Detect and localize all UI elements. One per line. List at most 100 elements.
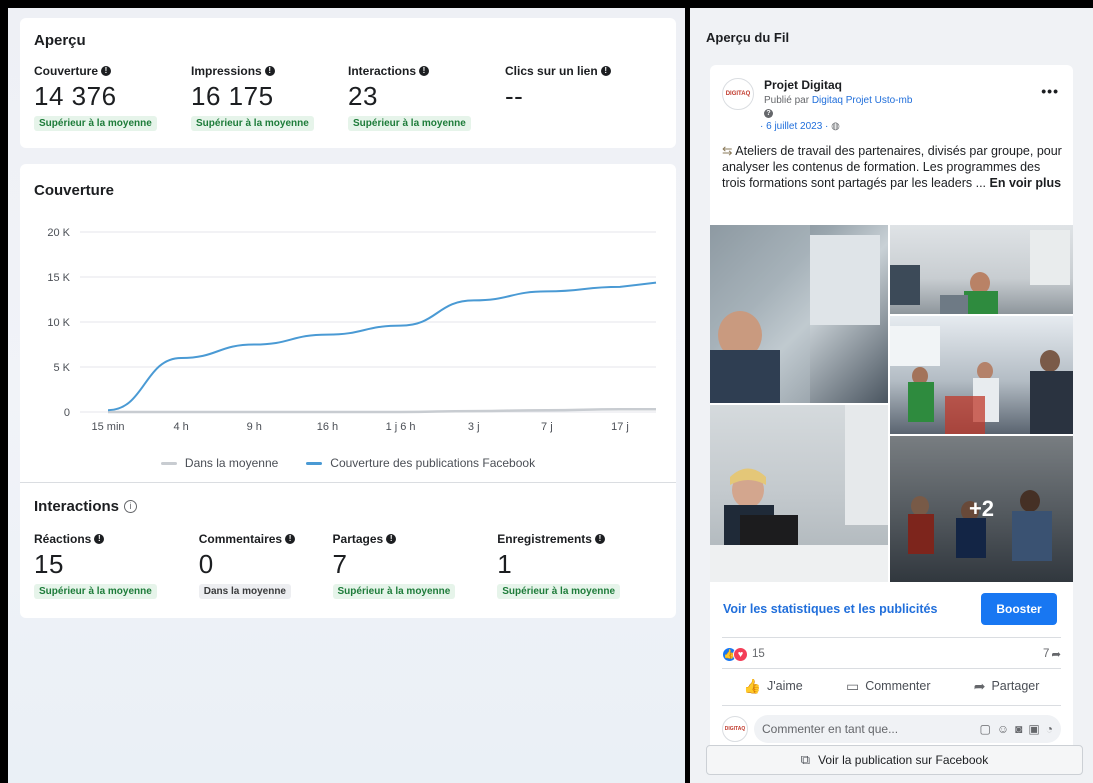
metric-interactions: Interactions! 23 Supérieur à la moyenne: [348, 64, 505, 131]
metric-reactions: Réactions! 15 Supérieur à la moyenne: [34, 532, 199, 599]
y-tick-label: 20 K: [47, 227, 70, 239]
x-tick-label: 9 h: [247, 421, 262, 433]
status-badge: Dans la moyenne: [198, 584, 291, 599]
status-badge: Supérieur à la moyenne: [497, 584, 621, 599]
view-on-facebook-button[interactable]: ⧉ Voir la publication sur Facebook: [706, 745, 1083, 775]
x-tick-label: 1 j 6 h: [386, 421, 416, 433]
comment-button[interactable]: ▭ Commenter: [846, 678, 931, 695]
divider: [20, 482, 676, 483]
metric-coverage: Couverture! 14 376 Supérieur à la moyenn…: [34, 64, 191, 131]
info-icon[interactable]: !: [386, 534, 397, 544]
series-line-coverage[interactable]: [107, 281, 657, 412]
comment-composer: DIGITAQ Commenter en tant que... ▢ ☺ ◙ ▣…: [722, 713, 1061, 745]
legend-label: Couverture des publications Facebook: [330, 456, 536, 470]
photo-illustration: [710, 405, 888, 582]
post-card: DIGITAQ Projet Digitaq Publié par Digita…: [710, 65, 1073, 775]
interactions-title: Interactions i: [34, 498, 138, 515]
x-tick-label: 4 h: [173, 421, 188, 433]
page-avatar[interactable]: DIGITAQ: [722, 78, 754, 110]
love-reaction-icon: ♥: [733, 646, 748, 662]
share-button[interactable]: ➦ Partager: [974, 678, 1040, 695]
photo[interactable]: [890, 316, 1073, 434]
thumbs-up-icon: 👍: [743, 677, 762, 694]
metric-value: 0: [198, 549, 214, 579]
metric-value: 1: [497, 549, 513, 579]
sticker-icon[interactable]: ▢: [980, 722, 991, 736]
legend-item-coverage[interactable]: Couverture des publications Facebook: [306, 456, 535, 470]
photo-illustration: [890, 326, 1073, 434]
photo-illustration: [710, 225, 880, 403]
status-badge: Supérieur à la moyenne: [191, 116, 314, 131]
metric-value: 7: [332, 549, 348, 579]
metric-value: --: [505, 81, 524, 111]
comment-placeholder: Commenter en tant que...: [762, 722, 899, 736]
page-name[interactable]: Projet Digitaq: [764, 78, 842, 92]
metric-label: Partages: [332, 532, 384, 546]
metric-label: Réactions: [34, 532, 92, 546]
feed-title: Aperçu du Fil: [706, 30, 790, 45]
interaction-metrics: Réactions! 15 Supérieur à la moyenne Com…: [34, 532, 662, 599]
metric-value: 15: [34, 549, 64, 579]
more-options-icon[interactable]: •••: [1041, 83, 1059, 99]
handshake-icon: ⇆: [722, 144, 733, 158]
x-tick-label: 16 h: [317, 421, 338, 433]
info-outline-icon[interactable]: i: [124, 500, 138, 513]
emoji-icon[interactable]: ☺: [997, 722, 1009, 736]
info-icon[interactable]: !: [419, 66, 430, 76]
legend-swatch: [160, 461, 177, 465]
metric-shares: Partages! 7 Supérieur à la moyenne: [332, 532, 498, 599]
reaction-count[interactable]: 15: [752, 648, 765, 660]
x-tick-label: 15 min: [91, 421, 124, 433]
camera-icon[interactable]: ◙: [1015, 722, 1022, 736]
feed-preview-panel: Aperçu du Fil DIGITAQ Projet Digitaq Pub…: [690, 8, 1093, 783]
metric-label: Interactions: [348, 64, 417, 78]
photo[interactable]: [710, 405, 888, 582]
extra-photos-count: +2: [890, 436, 1073, 582]
metric-label: Couverture: [34, 64, 99, 78]
metric-value: 23: [348, 81, 378, 111]
photo[interactable]: [890, 225, 1073, 314]
metric-value: 16 175: [191, 81, 274, 111]
metric-saves: Enregistrements! 1 Supérieur à la moyenn…: [497, 532, 662, 599]
post-date[interactable]: · 6 juillet 2023 · ◍: [760, 121, 840, 132]
metric-comments: Commentaires! 0 Dans la moyenne: [198, 532, 333, 599]
published-by: Publié par Digitaq Projet Usto-mb: [764, 95, 913, 106]
overview-metrics: Couverture! 14 376 Supérieur à la moyenn…: [34, 64, 662, 131]
photo-more[interactable]: +2: [890, 436, 1073, 582]
legend-item-average[interactable]: Dans la moyenne: [160, 456, 279, 470]
info-icon[interactable]: !: [264, 66, 275, 76]
photo[interactable]: [710, 225, 888, 403]
y-tick-label: 15 K: [47, 272, 70, 284]
publisher-link[interactable]: Digitaq Projet Usto-mb: [812, 95, 913, 106]
photo-illustration: [890, 230, 1070, 314]
status-badge: Supérieur à la moyenne: [348, 116, 471, 131]
coverage-card: Couverture 05 K 10 K 15 K 20 K 15 min 4 h9 h1…: [20, 164, 676, 618]
y-tick-label: 10 K: [47, 317, 70, 329]
insights-panel: Aperçu Couverture! 14 376 Supérieur à la…: [8, 8, 685, 783]
info-icon[interactable]: !: [600, 66, 611, 76]
stats-ads-link[interactable]: Voir les statistiques et les publicités: [723, 602, 937, 616]
commenter-avatar[interactable]: DIGITAQ: [722, 716, 748, 742]
gif-icon[interactable]: ▣: [1028, 722, 1039, 736]
info-icon[interactable]: !: [101, 66, 112, 76]
post-text: ⇆ Ateliers de travail des partenaires, d…: [722, 144, 1062, 190]
status-badge: Supérieur à la moyenne: [34, 584, 157, 599]
info-icon[interactable]: !: [285, 534, 296, 544]
chart-legend: Dans la moyenne Couverture des publicati…: [20, 456, 676, 470]
share-count[interactable]: 7: [1043, 648, 1049, 660]
metric-impressions: Impressions! 16 175 Supérieur à la moyen…: [191, 64, 348, 131]
question-icon[interactable]: ?: [764, 109, 773, 118]
comment-input[interactable]: Commenter en tant que... ▢ ☺ ◙ ▣ ◔: [754, 715, 1061, 743]
share-arrow-icon: ➦: [1051, 649, 1061, 661]
info-icon[interactable]: !: [594, 534, 605, 544]
divider: [722, 668, 1061, 669]
x-tick-label: 3 j: [468, 421, 480, 433]
info-icon[interactable]: !: [94, 534, 105, 544]
avatar-sticker-icon[interactable]: ◔: [1046, 722, 1053, 736]
divider: [722, 637, 1061, 638]
coverage-chart: 0 5 K 10 K 15 K 20 K 15 min 4 h 9 h 16 h 1 j 6 h 3…: [47, 227, 657, 433]
boost-button[interactable]: Booster: [981, 593, 1057, 625]
see-more-link[interactable]: En voir plus: [990, 176, 1062, 190]
like-button[interactable]: 👍 J'aime: [744, 678, 803, 695]
legend-label: Dans la moyenne: [184, 456, 279, 470]
